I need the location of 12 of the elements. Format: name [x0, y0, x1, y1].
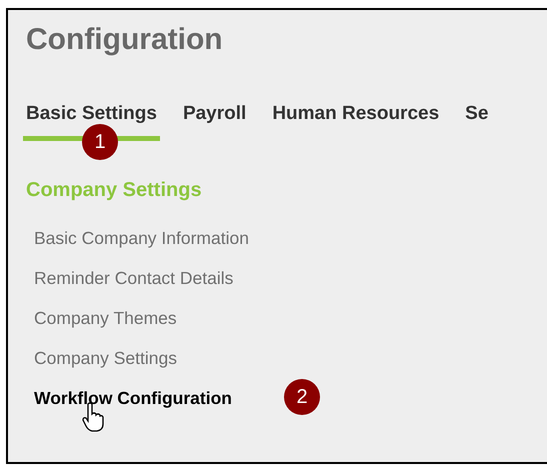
section-heading: Company Settings — [26, 178, 202, 203]
page-title: Configuration — [26, 22, 223, 58]
callout-badge: 1 — [82, 124, 118, 160]
tab[interactable]: Se — [465, 102, 488, 141]
settings-link[interactable]: Reminder Contact Details — [34, 266, 234, 290]
tab[interactable]: Human Resources — [272, 102, 440, 141]
tab[interactable]: Payroll — [182, 102, 246, 141]
settings-link[interactable]: Company Settings — [34, 346, 177, 370]
callout-badge: 2 — [284, 379, 320, 415]
settings-link[interactable]: Company Themes — [34, 306, 177, 330]
settings-link[interactable]: Basic Company Information — [34, 226, 249, 250]
settings-link[interactable]: Workflow Configuration — [34, 386, 232, 410]
